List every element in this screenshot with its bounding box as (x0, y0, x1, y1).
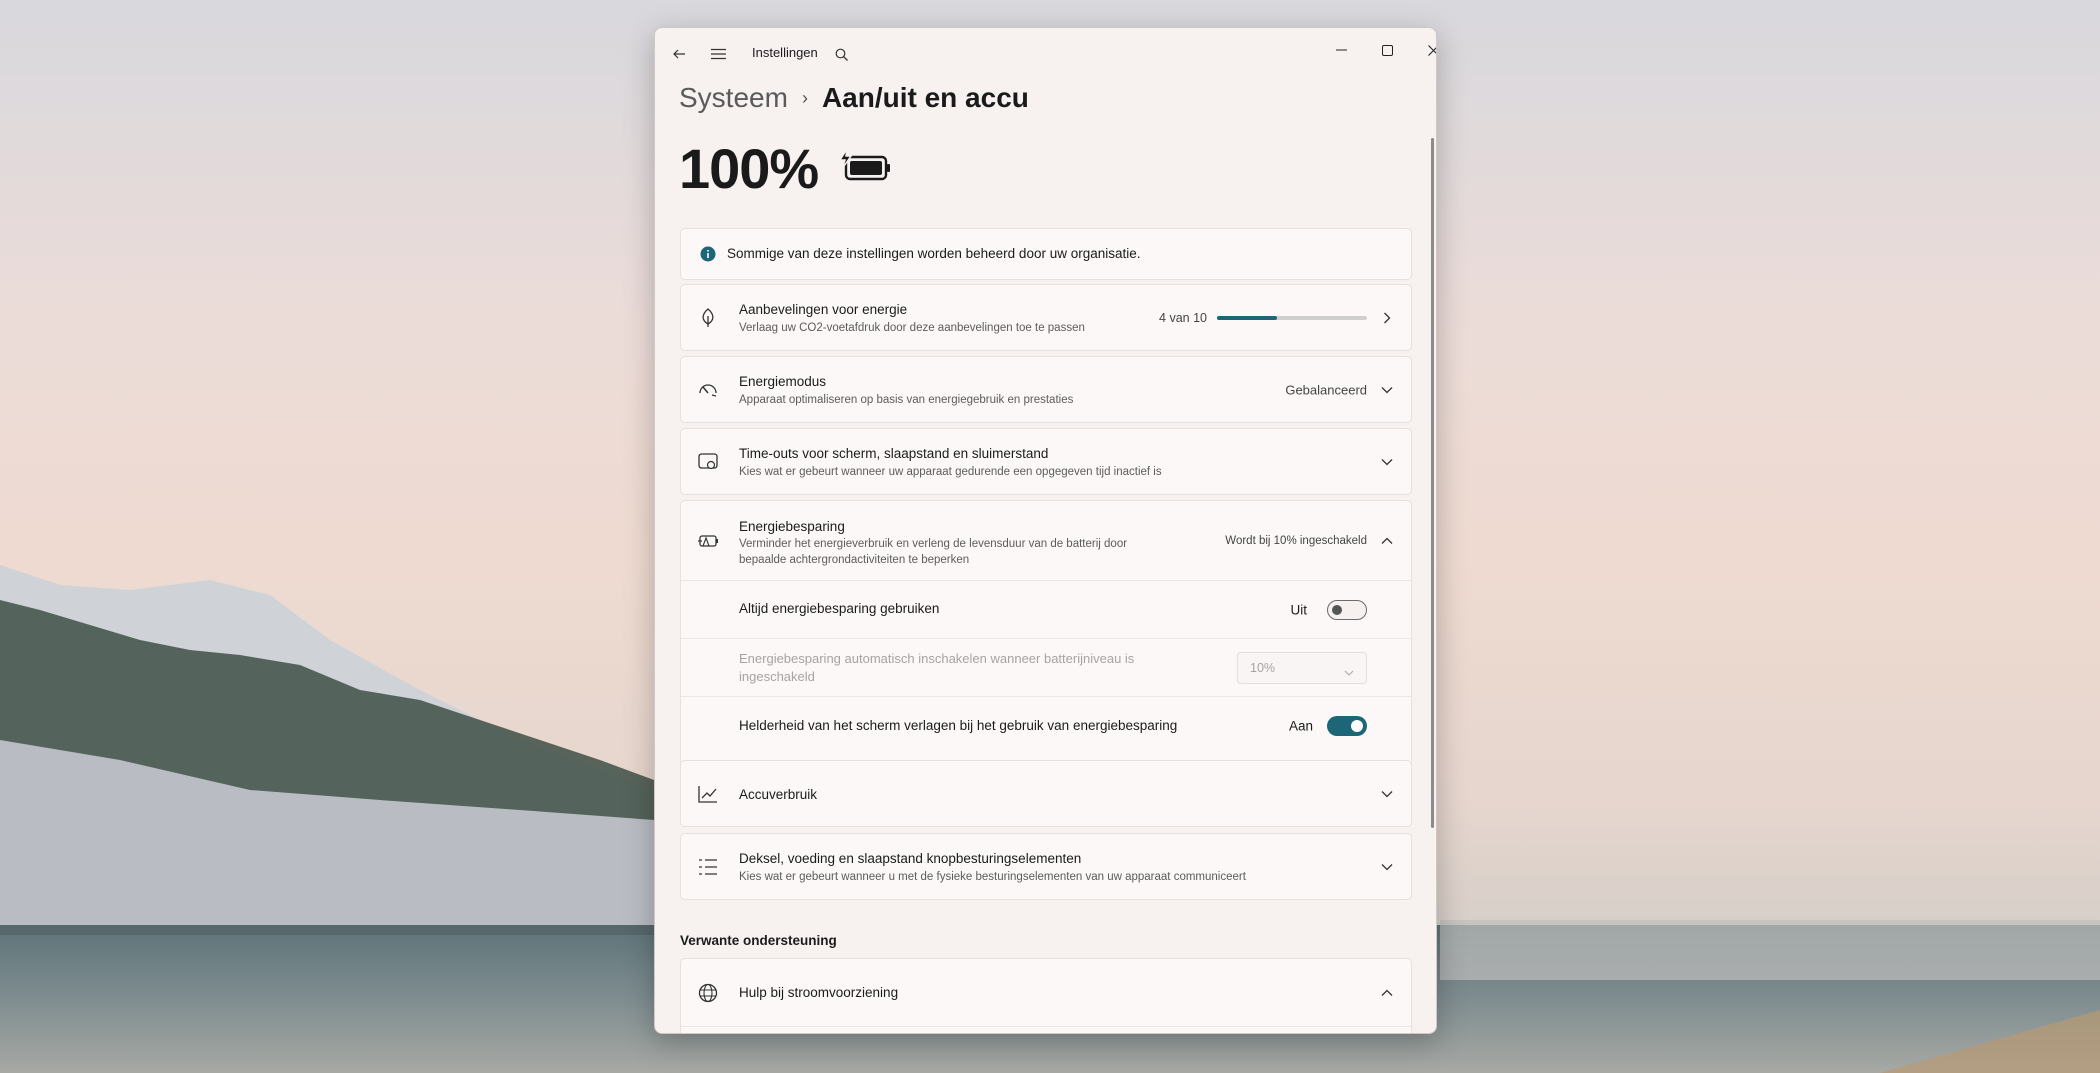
back-arrow-icon[interactable] (665, 40, 693, 68)
recommendations-progress-fill (1217, 315, 1277, 320)
lower-brightness-state: Aan (1288, 718, 1313, 733)
power-mode-value[interactable]: Gebalanceerd (1285, 382, 1367, 397)
chevron-up-icon (1379, 533, 1395, 549)
auto-enable-label: Energiebesparing automatisch inschakelen… (739, 651, 1135, 684)
power-mode-title: Energiemodus (739, 374, 827, 389)
power-mode-row[interactable]: Energiemodus Apparaat optimaliseren op b… (680, 356, 1412, 423)
close-icon[interactable] (1411, 36, 1436, 64)
energy-saver-title: Energiebesparing (739, 519, 845, 534)
battery-status: 100% (679, 136, 892, 201)
lower-brightness-row: Helderheid van het scherm verlagen bij h… (681, 696, 1411, 754)
scrollbar[interactable] (1431, 138, 1434, 828)
minimize-icon[interactable] (1319, 36, 1363, 64)
search-icon[interactable] (827, 40, 855, 68)
battery-usage-title: Accuverbruik (739, 787, 818, 802)
always-energy-saver-label: Altijd energiebesparing gebruiken (739, 601, 940, 616)
app-title: Instellingen (752, 45, 818, 60)
auto-enable-row: Energiebesparing automatisch inschakelen… (681, 638, 1411, 696)
lid-power-title: Deksel, voeding en slaapstand knopbestur… (739, 851, 1082, 866)
page-title: Aan/uit en accu (821, 82, 1029, 113)
battery-charging-icon (838, 148, 892, 188)
globe-icon (697, 982, 719, 1004)
recommendations-count: 4 van 10 (1159, 310, 1207, 325)
energy-saver-group: Energiebesparing Verminder het energieve… (680, 500, 1412, 780)
lid-power-subtitle: Kies wat er gebeurt wanneer u met de fys… (739, 871, 1246, 883)
auto-enable-dropdown[interactable]: 10% (1237, 651, 1367, 684)
always-energy-saver-toggle[interactable] (1327, 599, 1367, 620)
energy-recommendations-title: Aanbevelingen voor energie (739, 302, 908, 317)
chevron-down-icon (1379, 454, 1395, 470)
lid-power-row[interactable]: Deksel, voeding en slaapstand knopbestur… (680, 833, 1412, 900)
help-power-row[interactable]: Hulp bij stroomvoorziening (680, 958, 1412, 1033)
help-power-title: Hulp bij stroomvoorziening (739, 985, 899, 1000)
chart-line-icon (697, 783, 719, 805)
battery-usage-row[interactable]: Accuverbruik (680, 760, 1412, 827)
chevron-down-icon (1379, 859, 1395, 875)
breadcrumb-parent[interactable]: Systeem (679, 82, 788, 114)
leaf-icon (697, 307, 719, 329)
always-energy-saver-row: Altijd energiebesparing gebruiken Uit (681, 580, 1411, 638)
info-icon (697, 243, 719, 265)
info-banner: Sommige van deze instellingen worden beh… (680, 228, 1412, 280)
chevron-down-icon (1379, 786, 1395, 802)
timeouts-row[interactable]: Time-outs voor scherm, slaapstand en slu… (680, 428, 1412, 495)
power-mode-subtitle: Apparaat optimaliseren op basis van ener… (739, 394, 1074, 406)
energy-saver-header[interactable]: Energiebesparing Verminder het energieve… (681, 501, 1411, 580)
lower-brightness-toggle[interactable] (1327, 715, 1367, 736)
lower-brightness-label: Helderheid van het scherm verlagen bij h… (739, 718, 1178, 733)
power-mode-icon (697, 379, 719, 401)
expanded-divider (681, 1026, 1411, 1027)
auto-enable-value: 10% (1250, 660, 1276, 675)
maximize-icon[interactable] (1365, 36, 1409, 64)
info-banner-text: Sommige van deze instellingen worden beh… (727, 246, 1141, 261)
breadcrumb: Systeem › Aan/uit en accu (679, 78, 1029, 118)
energy-saver-subtitle: Verminder het energieverbruik en verleng… (739, 538, 1128, 566)
energy-recommendations-subtitle: Verlaag uw CO2-voetafdruk door deze aanb… (739, 322, 1085, 334)
hamburger-menu-icon[interactable] (704, 40, 732, 68)
always-energy-saver-state: Uit (1290, 602, 1308, 617)
chevron-down-icon (1344, 664, 1354, 682)
energy-saver-icon (697, 530, 719, 552)
breadcrumb-separator: › (801, 87, 808, 108)
settings-window: Instellingen Systeem › Aan/uit en accu 1… (654, 27, 1437, 1034)
timeouts-subtitle: Kies wat er gebeurt wanneer uw apparaat … (739, 466, 1162, 478)
energy-recommendations-row[interactable]: Aanbevelingen voor energie Verlaag uw CO… (680, 284, 1412, 351)
battery-percentage: 100% (679, 137, 819, 200)
chevron-up-icon (1379, 985, 1395, 1001)
recommendations-progress-bar (1217, 315, 1367, 320)
related-support-heading: Verwante ondersteuning (680, 933, 837, 948)
chevron-right-icon (1379, 310, 1395, 326)
chevron-down-icon (1379, 382, 1395, 398)
energy-saver-status: Wordt bij 10% ingeschakeld (1225, 534, 1367, 547)
title-bar: Instellingen (655, 28, 1436, 76)
list-icon (697, 856, 719, 878)
timeouts-title: Time-outs voor scherm, slaapstand en slu… (739, 446, 1049, 461)
screen-sleep-icon (697, 451, 719, 473)
